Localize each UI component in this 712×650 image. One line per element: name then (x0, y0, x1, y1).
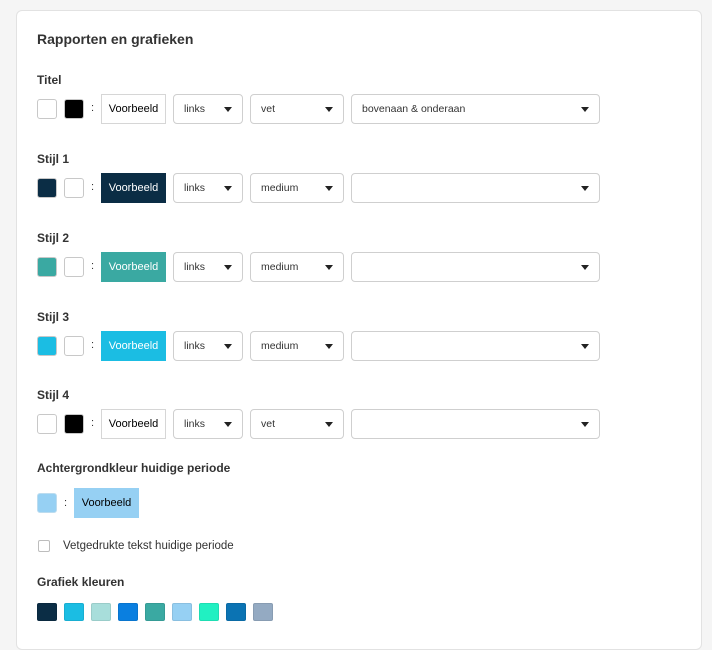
alignment-select[interactable]: links (173, 173, 243, 203)
colon-separator: : (91, 339, 95, 351)
alignment-value: links (184, 261, 206, 273)
border-select[interactable]: bovenaan & onderaan (351, 94, 600, 124)
chart-color-swatch[interactable] (253, 603, 273, 621)
background-color-swatch[interactable] (37, 414, 57, 434)
alignment-select[interactable]: links (173, 409, 243, 439)
colon-separator: : (91, 181, 95, 193)
background-color-swatch[interactable] (37, 99, 57, 119)
border-value: bovenaan & onderaan (362, 103, 466, 115)
border-select[interactable] (351, 331, 600, 361)
text-color-swatch[interactable] (64, 178, 84, 198)
chart-color-swatch[interactable] (118, 603, 138, 621)
alignment-value: links (184, 182, 206, 194)
chevron-down-icon (581, 106, 589, 112)
font-weight-value: vet (261, 418, 276, 430)
chevron-down-icon (224, 106, 232, 112)
style-preview: Voorbeeld (101, 331, 166, 361)
colon-separator: : (91, 260, 95, 272)
alignment-value: links (184, 340, 206, 352)
font-weight-value: medium (261, 182, 299, 194)
chevron-down-icon (224, 185, 232, 191)
style-preview: Voorbeeld (101, 173, 166, 203)
row-label: Titel (37, 73, 62, 87)
chevron-down-icon (325, 185, 333, 191)
colon-separator: : (91, 102, 95, 114)
colon-separator: : (91, 417, 95, 429)
chevron-down-icon (224, 343, 232, 349)
chevron-down-icon (325, 264, 333, 270)
chevron-down-icon (325, 421, 333, 427)
style-preview: Voorbeeld (101, 409, 166, 439)
chart-color-swatch[interactable] (199, 603, 219, 621)
chart-color-swatch[interactable] (64, 603, 84, 621)
alignment-select[interactable]: links (173, 331, 243, 361)
border-select[interactable] (351, 252, 600, 282)
style-preview: Voorbeeld (101, 94, 166, 124)
chart-color-swatch[interactable] (172, 603, 192, 621)
chart-color-swatch[interactable] (37, 603, 57, 621)
text-color-swatch[interactable] (64, 336, 84, 356)
chevron-down-icon (581, 421, 589, 427)
alignment-select[interactable]: links (173, 94, 243, 124)
background-preview: Voorbeeld (74, 488, 139, 518)
text-color-swatch[interactable] (64, 257, 84, 277)
font-weight-value: medium (261, 340, 299, 352)
chart-color-swatch[interactable] (145, 603, 165, 621)
row-label: Stijl 4 (37, 388, 70, 402)
chevron-down-icon (581, 185, 589, 191)
chevron-down-icon (224, 264, 232, 270)
chevron-down-icon (581, 264, 589, 270)
chevron-down-icon (581, 343, 589, 349)
font-weight-select[interactable]: medium (250, 173, 344, 203)
style-preview: Voorbeeld (101, 252, 166, 282)
background-color-swatch[interactable] (37, 178, 57, 198)
chevron-down-icon (325, 106, 333, 112)
page-title: Rapporten en grafieken (37, 31, 194, 47)
chevron-down-icon (325, 343, 333, 349)
alignment-value: links (184, 103, 206, 115)
bold-current-period-checkbox[interactable] (38, 540, 50, 552)
alignment-select[interactable]: links (173, 252, 243, 282)
row-label: Stijl 3 (37, 310, 70, 324)
row-label: Stijl 2 (37, 231, 70, 245)
font-weight-select[interactable]: medium (250, 331, 344, 361)
background-color-swatch[interactable] (37, 493, 57, 513)
alignment-value: links (184, 418, 206, 430)
font-weight-value: vet (261, 103, 276, 115)
chevron-down-icon (224, 421, 232, 427)
border-select[interactable] (351, 173, 600, 203)
chart-color-swatch[interactable] (226, 603, 246, 621)
bold-current-period-label: Vetgedrukte tekst huidige periode (63, 540, 234, 552)
font-weight-select[interactable]: vet (250, 94, 344, 124)
font-weight-select[interactable]: medium (250, 252, 344, 282)
chart-colors-label: Grafiek kleuren (37, 575, 125, 589)
background-color-swatch[interactable] (37, 336, 57, 356)
chart-color-swatch[interactable] (91, 603, 111, 621)
text-color-swatch[interactable] (64, 99, 84, 119)
colon-separator: : (64, 497, 68, 509)
background-color-swatch[interactable] (37, 257, 57, 277)
background-section-label: Achtergrondkleur huidige periode (37, 461, 231, 475)
font-weight-select[interactable]: vet (250, 409, 344, 439)
reports-settings-card: Rapporten en grafieken Titel : Voorbeeld… (16, 10, 702, 650)
row-label: Stijl 1 (37, 152, 70, 166)
font-weight-value: medium (261, 261, 299, 273)
text-color-swatch[interactable] (64, 414, 84, 434)
border-select[interactable] (351, 409, 600, 439)
